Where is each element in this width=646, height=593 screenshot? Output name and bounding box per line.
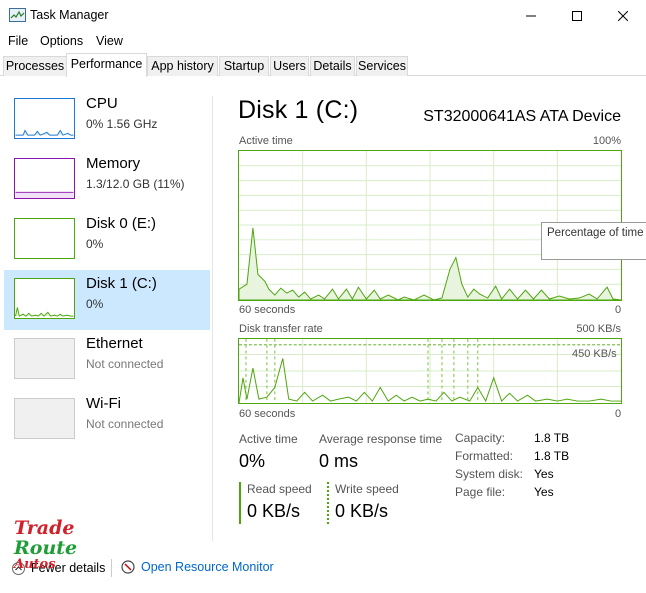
menu-view[interactable]: View [96,34,123,48]
transfer-rate-max-label: 500 KB/s [576,323,621,335]
sidebar-item-label: Disk 0 (E:) [86,215,157,232]
response-time-value: 0 ms [319,451,359,471]
sidebar-item-subtext: 0% 1.56 GHz [86,117,158,131]
sidebar-item-label: Memory [86,155,141,172]
sidebar-item-subtext: 0% [86,297,104,311]
device-name: ST32000641AS ATA Device [423,108,621,125]
ethernet-thumbnail-graph [14,338,75,379]
system-disk-value: Yes [534,467,554,481]
sidebar-item-subtext: Not connected [86,357,164,371]
active-time-label: Active time [239,432,298,446]
response-time-label: Average response time [319,432,443,446]
tab-processes[interactable]: Processes [3,56,67,76]
menu-file[interactable]: File [8,34,28,48]
transfer-rate-graph-label: Disk transfer rate [239,323,323,335]
sidebar-item-subtext: Not connected [86,417,164,431]
watermark-logo: Trade Route Autos [14,518,77,572]
tab-details[interactable]: Details [310,56,355,76]
disk1-thumbnail-graph [14,278,75,319]
disk0-thumbnail-graph [14,218,75,259]
sidebar-item-disk1[interactable]: Disk 1 (C:) 0% [4,270,210,330]
close-button[interactable] [600,0,646,31]
wifi-thumbnail-graph [14,398,75,439]
read-speed-label: Read speed [247,482,312,496]
active-time-min-label: 0 [615,304,622,316]
tab-users[interactable]: Users [270,56,309,76]
sidebar-item-disk0[interactable]: Disk 0 (E:) 0% [4,210,210,270]
footer-separator [111,559,112,577]
page-title: Disk 1 (C:) [238,96,359,124]
minimize-icon [526,15,536,16]
write-speed-indicator [327,482,329,524]
tab-bar: Processes Performance App history Startu… [0,52,646,77]
close-icon [618,10,628,21]
sidebar-item-memory[interactable]: Memory 1.3/12.0 GB (11%) [4,150,210,210]
system-disk-label: System disk: [455,467,524,481]
sidebar-item-label: Wi-Fi [86,395,121,412]
sidebar-item-subtext: 0% [86,237,104,251]
active-time-value: 0% [239,451,266,471]
read-speed-indicator [239,482,241,524]
memory-thumbnail-graph [14,158,75,199]
capacity-label: Capacity: [455,431,506,445]
open-resource-monitor-link[interactable]: Open Resource Monitor [121,560,274,574]
formatted-value: 1.8 TB [534,449,570,463]
maximize-button[interactable] [554,0,600,31]
task-manager-icon [9,8,26,22]
sidebar-item-label: Ethernet [86,335,143,352]
minimize-button[interactable] [508,0,554,31]
sidebar-item-ethernet[interactable]: Ethernet Not connected [4,330,210,390]
write-speed-label: Write speed [335,482,399,496]
menu-bar: File Options View [0,31,646,52]
formatted-label: Formatted: [455,449,514,463]
title-bar: Task Manager [0,0,646,31]
watermark-line1: Trade [14,517,75,539]
menu-options[interactable]: Options [40,34,83,48]
tab-services[interactable]: Services [356,56,408,76]
sidebar-item-label: Disk 1 (C:) [86,275,157,292]
graph-tooltip: Percentage of time the disk is processin… [541,222,646,260]
tab-startup[interactable]: Startup [219,56,269,76]
cpu-thumbnail-graph [14,98,75,139]
active-time-graph-label: Active time [239,135,293,147]
transfer-rate-line-label: 450 KB/s [572,348,617,360]
window-title: Task Manager [30,8,109,22]
performance-panel: CPU 0% 1.56 GHz Memory 1.3/12.0 GB (11%)… [0,76,646,546]
tab-performance[interactable]: Performance [66,53,147,77]
watermark-line2: Route [14,537,78,559]
sidebar-item-label: CPU [86,95,118,112]
transfer-rate-graph [238,338,622,404]
page-file-label: Page file: [455,485,506,499]
sidebar-item-subtext: 1.3/12.0 GB (11%) [86,177,185,191]
resource-monitor-label: Open Resource Monitor [141,560,274,574]
tab-app-history[interactable]: App history [147,56,218,76]
active-time-max-label: 100% [592,135,621,147]
maximize-icon [572,10,582,21]
active-time-time-label: 60 seconds [239,304,296,316]
capacity-value: 1.8 TB [534,431,570,445]
read-speed-value: 0 KB/s [247,501,301,521]
page-file-value: Yes [534,485,554,499]
sidebar-item-wifi[interactable]: Wi-Fi Not connected [4,390,210,450]
transfer-rate-time-label: 60 seconds [239,408,296,420]
watermark-line3: Autos [14,557,56,572]
transfer-rate-min-label: 0 [615,408,622,420]
sidebar-item-cpu[interactable]: CPU 0% 1.56 GHz [4,90,210,150]
panel-divider [212,96,213,541]
footer-bar: Fewer details Open Resource Monitor [0,552,646,584]
write-speed-value: 0 KB/s [335,501,389,521]
resource-monitor-icon [121,560,135,574]
